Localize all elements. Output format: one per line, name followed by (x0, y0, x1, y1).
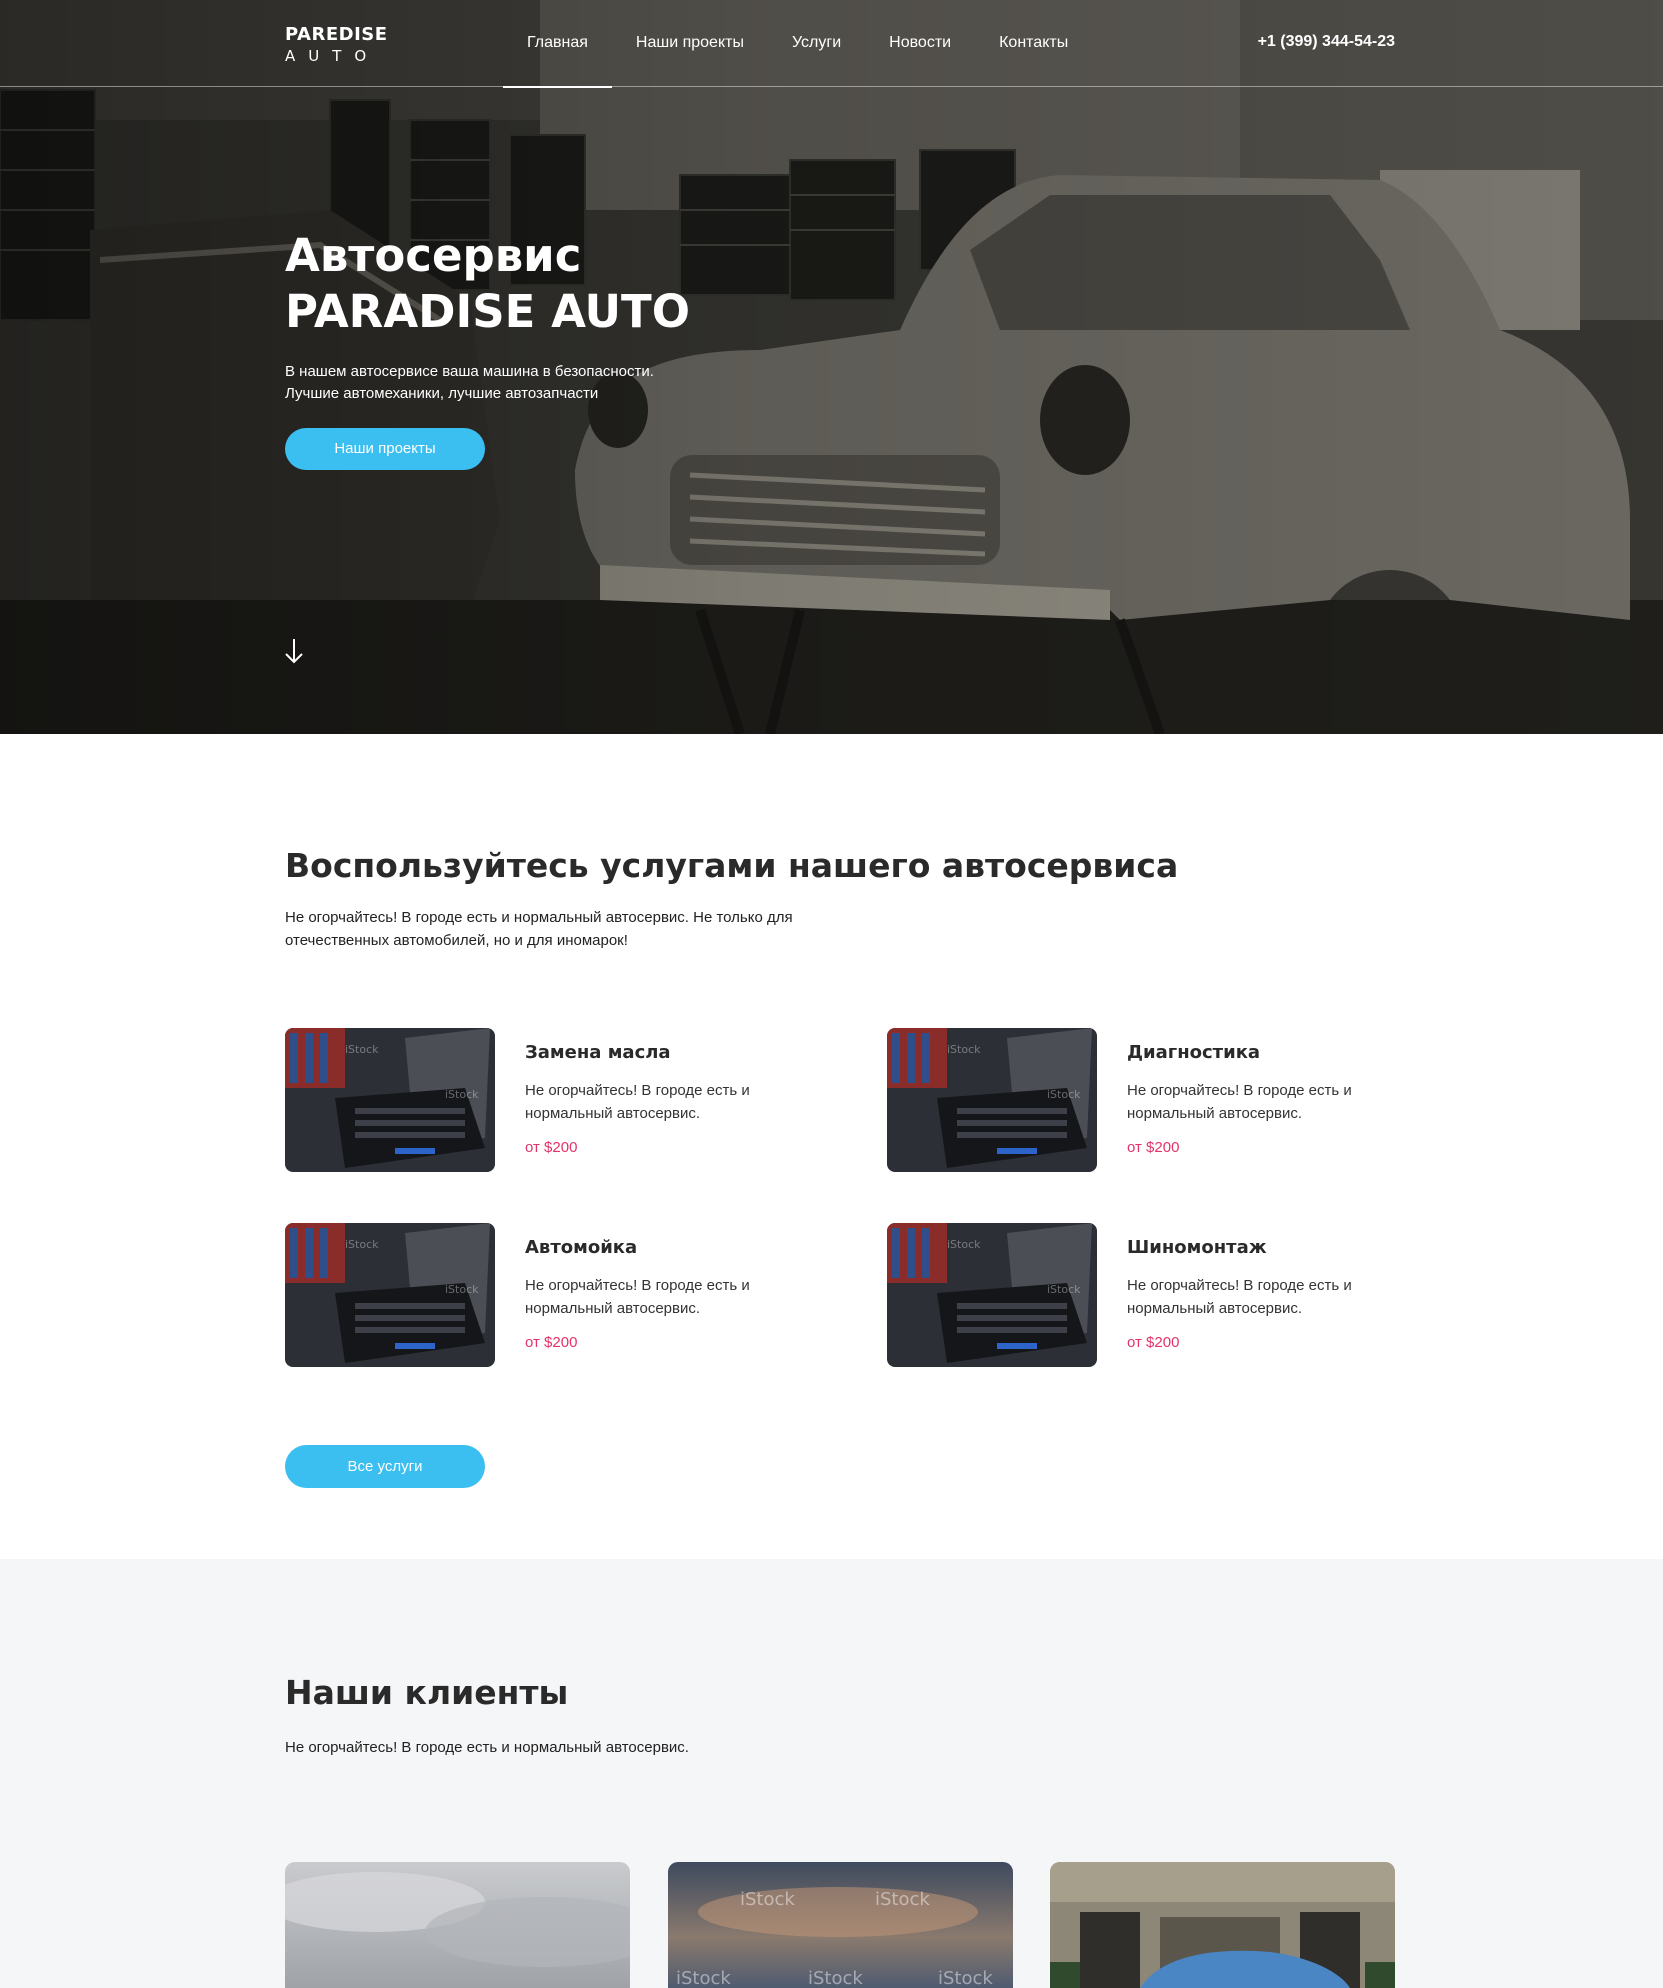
watermark-text: iStock (740, 1889, 795, 1910)
service-description: Не огорчайтесь! В городе есть и нормальн… (1127, 1277, 1352, 1317)
menu-item-contacts[interactable]: Контакты (975, 0, 1092, 87)
service-card-tire-fitting[interactable]: iStock iStock Шиномонтаж Не огорчайтесь!… (887, 1223, 1397, 1368)
watermark-text: iStock (1047, 1088, 1081, 1101)
service-price: от $200 (525, 1334, 578, 1351)
service-price: от $200 (1127, 1334, 1180, 1351)
logo-top-text: PAREDISE (285, 24, 388, 45)
service-name: Шиномонтаж (1127, 1237, 1267, 1258)
service-card-oil-change[interactable]: iStock iStock Замена масла Не огорчайтес… (285, 1028, 795, 1173)
service-name: Замена масла (525, 1042, 671, 1063)
watermark-text: iStock (947, 1238, 981, 1251)
service-name: Диагностика (1127, 1042, 1261, 1063)
arrow-down-icon[interactable] (283, 636, 305, 666)
client-card-image[interactable] (285, 1862, 630, 1988)
service-price: от $200 (525, 1139, 578, 1156)
services-description: Не огорчайтесь! В городе есть и нормальн… (285, 906, 885, 952)
watermark-text: iStock (445, 1088, 479, 1101)
client-card-image[interactable]: iStock iStock iStock iStock iStock (668, 1862, 1013, 1988)
hero-subtitle-line1: В нашем автосервисе ваша машина в безопа… (285, 363, 654, 380)
watermark-text: iStock (947, 1043, 981, 1056)
service-description: Не огорчайтесь! В городе есть и нормальн… (525, 1277, 750, 1317)
logo-bottom-text: AUTO (285, 47, 380, 65)
hero-subtitle-line2: Лучшие автомеханики, лучшие автозапчасти (285, 385, 599, 402)
hero-title: Автосервис PARADISE AUTO (285, 228, 690, 340)
watermark-text: iStock (445, 1283, 479, 1296)
service-card-car-wash[interactable]: iStock iStock Автомойка Не огорчайтесь! … (285, 1223, 795, 1368)
menu-item-home[interactable]: Главная (503, 0, 612, 88)
phone-number[interactable]: +1 (399) 344-54-23 (1258, 33, 1395, 51)
watermark-text: iStock (808, 1968, 863, 1988)
main-menu: Главная Наши проекты Услуги Новости Конт… (503, 0, 1092, 88)
service-card-diagnostics[interactable]: iStock iStock Диагностика Не огорчайтесь… (887, 1028, 1397, 1173)
client-card-image[interactable] (1050, 1862, 1395, 1988)
watermark-text: iStock (875, 1889, 930, 1910)
service-description: Не огорчайтесь! В городе есть и нормальн… (1127, 1082, 1352, 1122)
services-description-line1: Не огорчайтесь! В городе есть и нормальн… (285, 909, 793, 926)
service-image: iStock iStock (285, 1223, 495, 1367)
hero-title-line1: Автосервис (285, 229, 582, 282)
watermark-text: iStock (676, 1968, 731, 1988)
service-name: Автомойка (525, 1237, 638, 1258)
top-navigation: PAREDISE AUTO Главная Наши проекты Услуг… (0, 0, 1663, 88)
clients-title: Наши клиенты (285, 1673, 569, 1712)
service-image: iStock iStock (887, 1223, 1097, 1367)
watermark-text: iStock (345, 1238, 379, 1251)
logo[interactable]: PAREDISE AUTO (285, 24, 388, 65)
watermark-text: iStock (1047, 1283, 1081, 1296)
menu-item-projects[interactable]: Наши проекты (612, 0, 768, 87)
service-image: iStock iStock (887, 1028, 1097, 1172)
service-description: Не огорчайтесь! В городе есть и нормальн… (525, 1082, 750, 1122)
clients-section: Наши клиенты Не огорчайтесь! В городе ес… (0, 1559, 1663, 1988)
menu-item-news[interactable]: Новости (865, 0, 975, 87)
menu-item-services[interactable]: Услуги (768, 0, 865, 87)
hero-subtitle: В нашем автосервисе ваша машина в безопа… (285, 361, 654, 405)
service-price: от $200 (1127, 1139, 1180, 1156)
service-image: iStock iStock (285, 1028, 495, 1172)
clients-description: Не огорчайтесь! В городе есть и нормальн… (285, 1739, 689, 1756)
our-projects-button[interactable]: Наши проекты (285, 428, 485, 470)
hero-section: PAREDISE AUTO Главная Наши проекты Услуг… (0, 0, 1663, 734)
services-description-line2: отечественных автомобилей, но и для ином… (285, 932, 628, 949)
all-services-button[interactable]: Все услуги (285, 1445, 485, 1488)
hero-overlay (0, 0, 1663, 734)
watermark-text: iStock (345, 1043, 379, 1056)
watermark-text: iStock (938, 1968, 993, 1988)
services-title: Воспользуйтесь услугами нашего автосерви… (285, 846, 1179, 885)
hero-title-line2: PARADISE AUTO (285, 285, 690, 338)
